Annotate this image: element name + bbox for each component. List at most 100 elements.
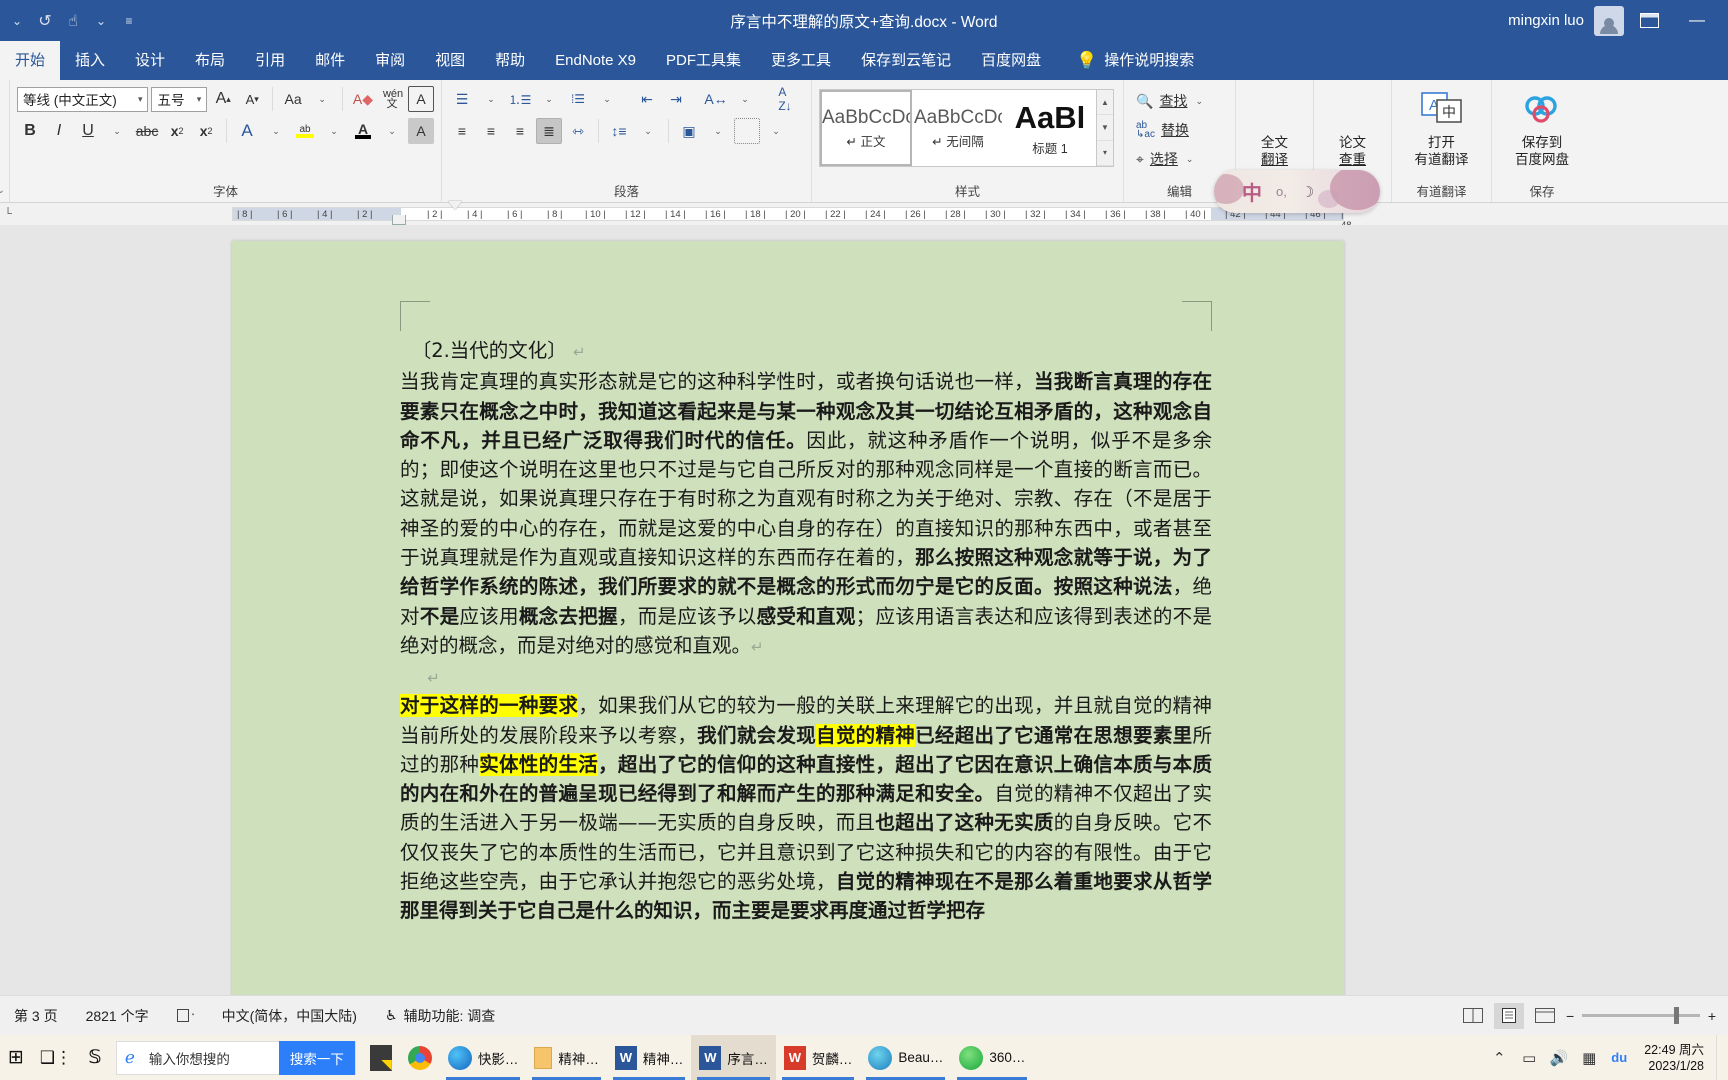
avatar[interactable]	[1594, 5, 1624, 36]
multilevel-caret-icon[interactable]: ⌄	[594, 86, 620, 112]
left-indent-marker[interactable]	[392, 215, 406, 225]
align-justify-icon[interactable]: ≣	[536, 118, 562, 144]
numbering-caret-icon[interactable]: ⌄	[536, 86, 562, 112]
read-mode-icon[interactable]	[1458, 1003, 1488, 1029]
tab-more-tools[interactable]: 更多工具	[756, 41, 846, 80]
youdao-open-button[interactable]: A 中 打开 有道翻译	[1393, 80, 1491, 180]
tab-home[interactable]: 开始	[0, 41, 61, 80]
baidu-save-button[interactable]: 保存到 百度网盘	[1493, 80, 1591, 180]
clear-formatting-icon[interactable]: A ◆	[350, 86, 376, 112]
taskbar-item-sticky-note[interactable]	[362, 1035, 400, 1080]
ime-floating-bar[interactable]: 中 o, ☽	[1214, 170, 1380, 213]
borders-icon[interactable]	[734, 118, 760, 144]
taskbar-item-folder[interactable]: 精神…	[526, 1035, 607, 1080]
taskbar-item-word-2[interactable]: W 序言…	[691, 1035, 776, 1080]
character-border-icon[interactable]: A	[407, 86, 434, 112]
volume-icon[interactable]: 🔊	[1546, 1045, 1572, 1071]
numbered-list-icon[interactable]: ⒈☰	[507, 86, 533, 112]
distribute-text-icon[interactable]: ⇿	[565, 118, 591, 144]
strikethrough-button[interactable]: abc	[133, 118, 161, 144]
tab-view[interactable]: 视图	[420, 41, 480, 80]
tab-insert[interactable]: 插入	[60, 41, 120, 80]
chevron-up-icon[interactable]: ⌃	[1486, 1045, 1512, 1071]
tab-stop-selector[interactable]: └	[0, 203, 16, 225]
ime-punctuation-icon[interactable]: o,	[1276, 184, 1287, 199]
tab-baidu-netdisk[interactable]: 百度网盘	[966, 41, 1056, 80]
subscript-button[interactable]: x2	[164, 118, 190, 144]
align-right-icon[interactable]: ≡	[507, 118, 533, 144]
document-body[interactable]: 〔2.当代的文化〕 ↵ 当我肯定真理的真实形态就是它的这种科学性时，或者换句话说…	[400, 336, 1212, 926]
word-count[interactable]: 2821 个字	[72, 1006, 163, 1026]
select-button[interactable]: ⌖ 选择 ⌄	[1131, 146, 1209, 172]
tab-review[interactable]: 审阅	[360, 41, 420, 80]
text-effects-caret-icon[interactable]: ⌄	[263, 118, 289, 144]
taskbar-item-word-1[interactable]: W 精神…	[607, 1035, 692, 1080]
borders-caret-icon[interactable]: ⌄	[763, 118, 789, 144]
windows-start-icon[interactable]: ⊞	[0, 1035, 32, 1080]
accessibility-indicator[interactable]: ♿ 辅助功能: 调查	[371, 1006, 509, 1026]
font-size-combo[interactable]: 五号 ▾	[151, 86, 208, 112]
undo-icon[interactable]: ↺	[32, 8, 58, 34]
show-desktop-button[interactable]	[1716, 1035, 1722, 1080]
zoom-thumb[interactable]	[1673, 1007, 1679, 1024]
print-layout-icon[interactable]	[1494, 1002, 1524, 1029]
search-box[interactable]: ℯ 输入你想搜的 搜索一下	[115, 1040, 356, 1075]
zoom-in-button[interactable]: +	[1708, 1008, 1716, 1024]
qat-caret-icon[interactable]: ⌄	[88, 8, 114, 34]
tab-references[interactable]: 引用	[240, 41, 300, 80]
tab-endnote[interactable]: EndNote X9	[540, 41, 651, 80]
sogou-icon[interactable]: 𝕊	[80, 1035, 110, 1080]
tab-layout[interactable]: 布局	[180, 41, 240, 80]
task-view-icon[interactable]: ❑⋮	[32, 1035, 80, 1080]
language-indicator[interactable]: 中文(简体，中国大陆)	[208, 1006, 371, 1026]
page-indicator[interactable]: 第 3 页	[0, 1006, 72, 1026]
font-color-caret-icon[interactable]: ⌄	[379, 118, 405, 144]
styles-more-icon[interactable]: ▾	[1097, 140, 1113, 166]
tab-pdf-tools[interactable]: PDF工具集	[651, 41, 756, 80]
first-line-indent-marker[interactable]	[448, 201, 462, 210]
superscript-button[interactable]: x2	[193, 118, 219, 144]
paragraph-shading-icon[interactable]: ▣	[676, 118, 702, 144]
font-name-combo[interactable]: 等线 (中文正文) ▾	[17, 86, 149, 112]
zoom-track[interactable]	[1582, 1007, 1700, 1024]
tell-me-search[interactable]: 💡 操作说明搜索	[1056, 41, 1209, 80]
ime-moon-icon[interactable]: ☽	[1301, 183, 1314, 201]
zoom-out-button[interactable]: −	[1566, 1008, 1574, 1024]
tab-save-cloudnote[interactable]: 保存到云笔记	[846, 41, 966, 80]
tab-design[interactable]: 设计	[120, 41, 180, 80]
taskbar-item-chrome[interactable]	[400, 1035, 440, 1080]
decrease-indent-icon[interactable]: ⇤	[634, 86, 660, 112]
line-spacing-caret-icon[interactable]: ⌄	[635, 118, 661, 144]
multilevel-list-icon[interactable]: ⁞☰	[565, 86, 591, 112]
shrink-font-button[interactable]: A ▾	[239, 86, 265, 112]
clipboard-dialog-launcher[interactable]: ⌄	[0, 181, 5, 200]
styles-scroll-down-icon[interactable]: ▼	[1097, 115, 1113, 141]
autosave-caret-icon[interactable]: ⌄	[4, 8, 30, 34]
taskbar-item-wps[interactable]: W 贺麟…	[776, 1035, 861, 1080]
taskbar-item-beaut[interactable]: Beau…	[860, 1035, 951, 1080]
minimize-button[interactable]: —	[1674, 0, 1720, 41]
character-shading-icon[interactable]: A	[408, 118, 434, 144]
grow-font-button[interactable]: A ▴	[210, 86, 236, 112]
shading-caret-icon[interactable]: ⌄	[705, 118, 731, 144]
touch-mode-icon[interactable]: ☝	[60, 8, 86, 34]
underline-button[interactable]: U	[75, 118, 101, 144]
replace-button[interactable]: ab ↳ac 替换	[1131, 117, 1209, 143]
asian-layout-icon[interactable]: A↔	[703, 86, 729, 112]
taskbar-item-360[interactable]: 360…	[951, 1035, 1033, 1080]
zoom-slider[interactable]: − +	[1566, 1007, 1716, 1024]
battery-icon[interactable]: ▭	[1516, 1045, 1542, 1071]
find-caret-icon[interactable]: ⌄	[1193, 96, 1205, 107]
style-item-heading1[interactable]: AaBl 标题 1	[1004, 90, 1096, 166]
text-effects-icon[interactable]: A	[234, 118, 260, 144]
align-left-icon[interactable]: ≡	[449, 118, 475, 144]
bullet-list-icon[interactable]: ☰	[449, 86, 475, 112]
find-button[interactable]: 🔍 查找 ⌄	[1131, 88, 1209, 114]
search-input[interactable]: 输入你想搜的	[143, 1048, 279, 1068]
ime-mode-chinese[interactable]: 中	[1242, 177, 1262, 206]
styles-scroll-up-icon[interactable]: ▲	[1097, 90, 1113, 116]
change-case-caret-icon[interactable]: ⌄	[309, 86, 335, 112]
baidu-ime-icon[interactable]: du	[1606, 1045, 1632, 1071]
network-icon[interactable]: ▦	[1576, 1045, 1602, 1071]
translate-all-button[interactable]: 全文 翻译	[1239, 80, 1311, 180]
